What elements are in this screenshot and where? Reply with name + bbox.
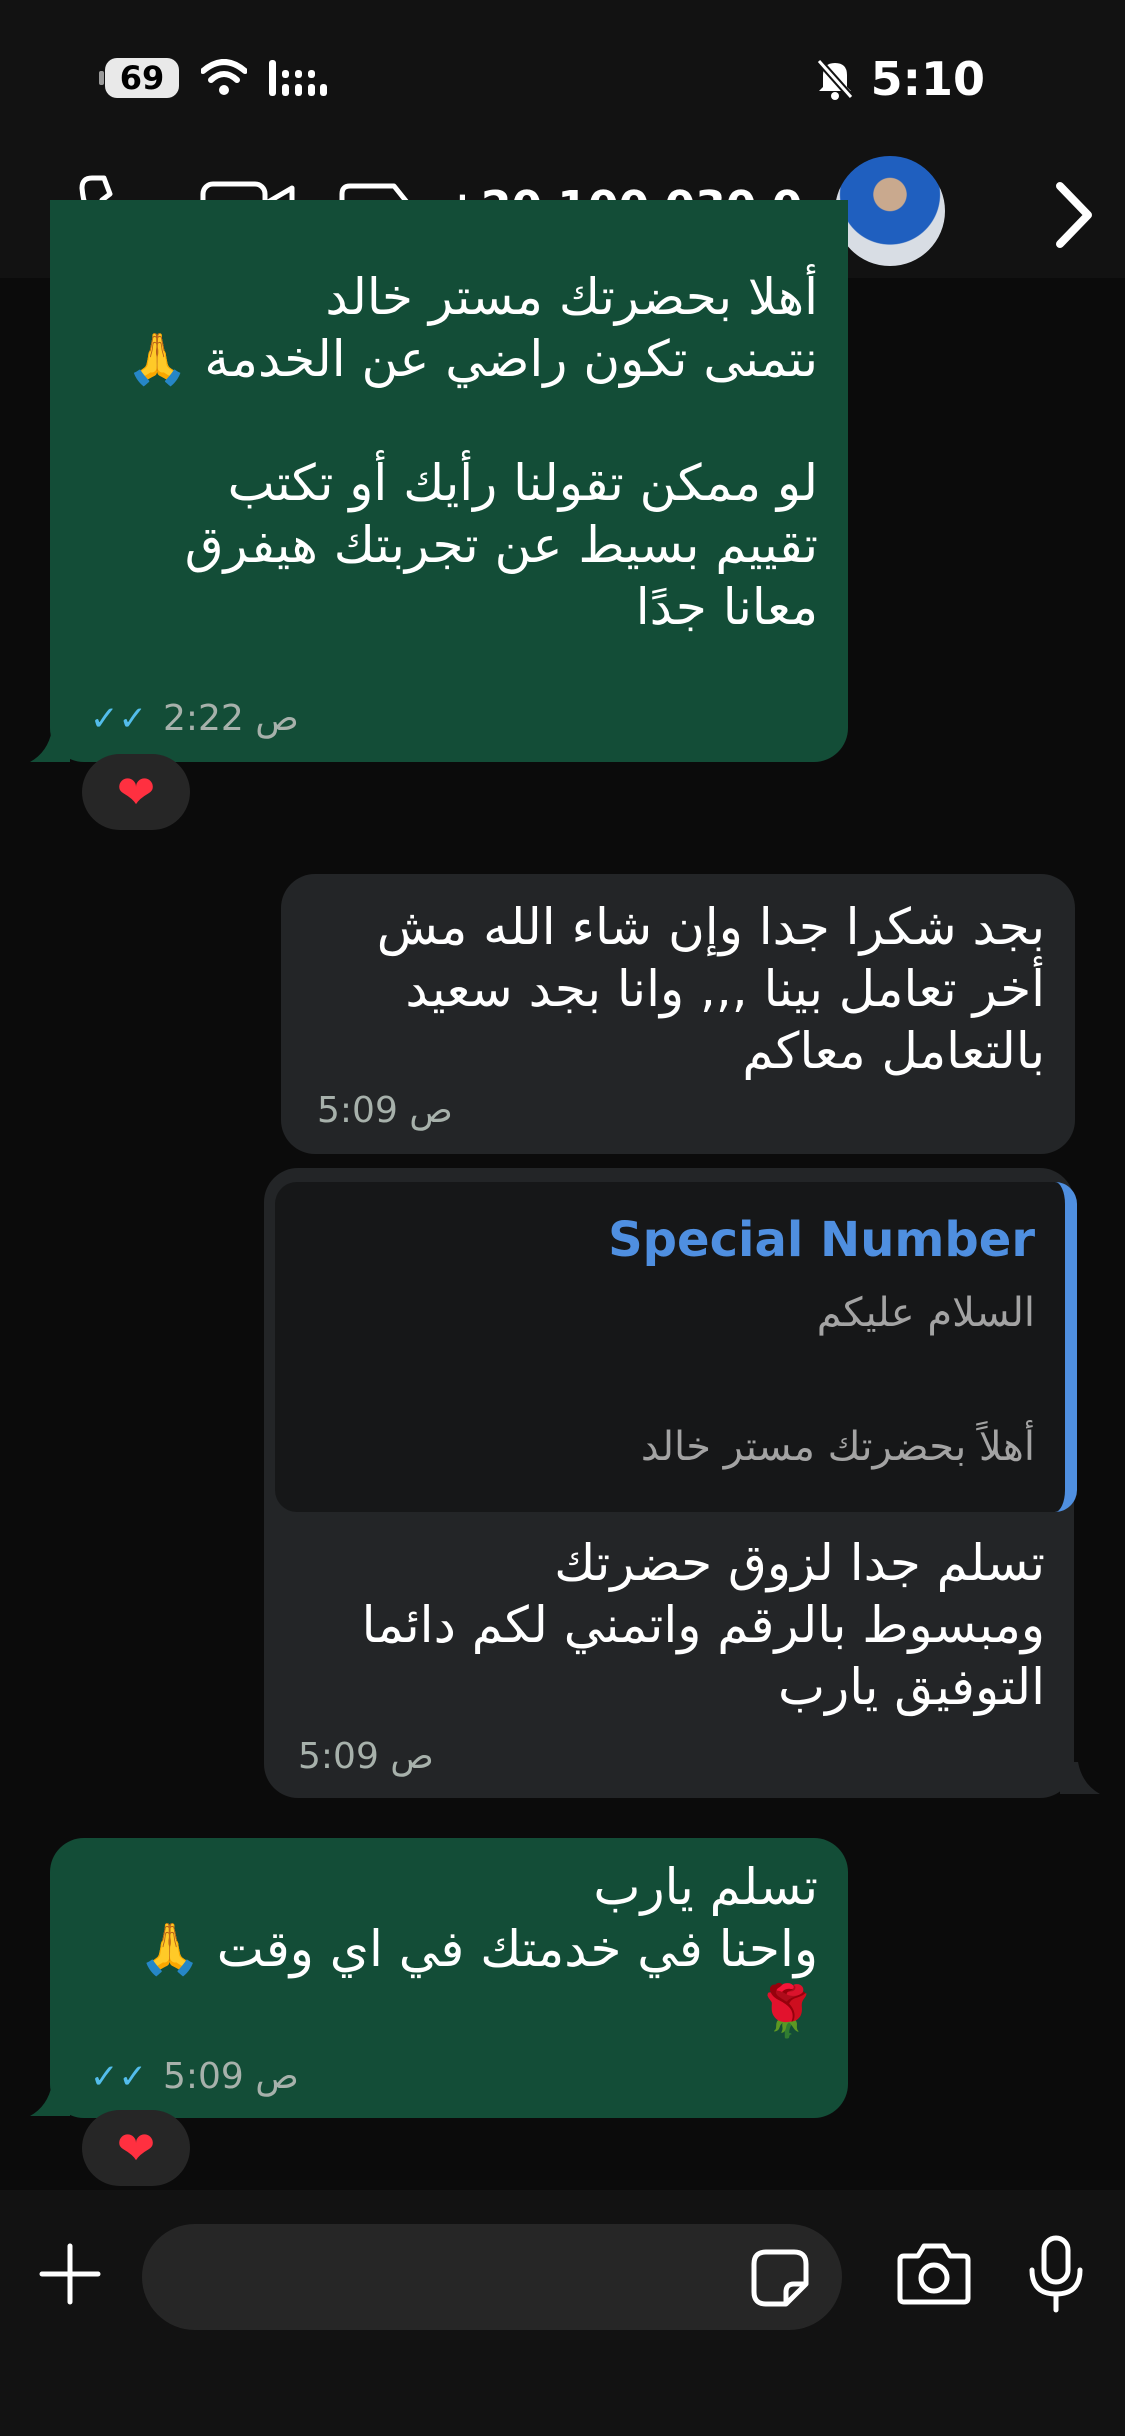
camera-button[interactable] (896, 2242, 972, 2310)
sticker-icon (751, 2249, 809, 2307)
bell-muted-icon (815, 58, 854, 100)
status-left: 69 (99, 58, 327, 98)
status-bar: 69 5:10 (0, 0, 1125, 160)
quoted-text-line: السلام عليكم (816, 1290, 1035, 1336)
read-ticks-icon: ✓✓ (90, 699, 161, 739)
message-text: بجد شكرا جدا وإن شاء الله مش أخر تعامل ب… (376, 898, 1045, 1080)
microphone-icon (1029, 2235, 1083, 2313)
chevron-right-icon (1056, 182, 1092, 248)
bubble-tail (1060, 1762, 1100, 1794)
camera-icon (897, 2243, 971, 2305)
plus-icon (39, 2243, 101, 2305)
quoted-text-line: أهلاً بحضرتك مستر خالد (640, 1424, 1035, 1470)
cellular-signal-icon (269, 60, 327, 96)
bubble-tail (30, 2084, 70, 2116)
sticker-button[interactable] (750, 2248, 810, 2312)
message-composer (0, 2190, 1125, 2436)
message-timestamp: ✓✓ 5:09 ص (90, 2056, 299, 2097)
status-right: 5:10 (815, 52, 985, 106)
avatar[interactable] (835, 156, 945, 266)
wifi-icon (201, 59, 247, 95)
quoted-message[interactable]: Special Number السلام عليكم أهلاً بحضرتك… (275, 1182, 1077, 1512)
battery-indicator: 69 (99, 58, 179, 98)
message-timestamp: ✓✓ 2:22 ص (90, 698, 299, 739)
message-timestamp: 5:09 ص (298, 1736, 434, 1777)
quoted-sender-name: Special Number (608, 1212, 1035, 1268)
message-input[interactable] (142, 2224, 842, 2330)
read-ticks-icon: ✓✓ (90, 2057, 161, 2097)
message-text: تسلم جدا لزوق حضرتك ومبسوط بالرقم واتمني… (361, 1534, 1045, 1716)
reaction-heart-icon[interactable]: ❤ (82, 2110, 190, 2186)
back-button[interactable] (1052, 180, 1096, 254)
message-text: تسلم يارب واحنا في خدمتك في اي وقت 🙏 🌹 (138, 1858, 818, 2040)
voice-message-button[interactable] (1028, 2234, 1084, 2318)
reaction-heart-icon[interactable]: ❤ (82, 754, 190, 830)
message-timestamp: 5:09 ص (317, 1090, 453, 1131)
attach-button[interactable] (38, 2242, 102, 2310)
message-bubble-incoming[interactable]: أهلا بحضرتك مستر خالد نتمنى تكون راضي عن… (50, 200, 848, 762)
clock-time: 5:10 (870, 52, 985, 106)
bubble-tail (30, 730, 70, 762)
message-text: أهلا بحضرتك مستر خالد نتمنى تكون راضي عن… (126, 268, 818, 636)
message-bubble-incoming[interactable]: تسلم يارب واحنا في خدمتك في اي وقت 🙏 🌹 ✓… (50, 1838, 848, 2118)
message-bubble-outgoing[interactable]: بجد شكرا جدا وإن شاء الله مش أخر تعامل ب… (281, 874, 1075, 1154)
